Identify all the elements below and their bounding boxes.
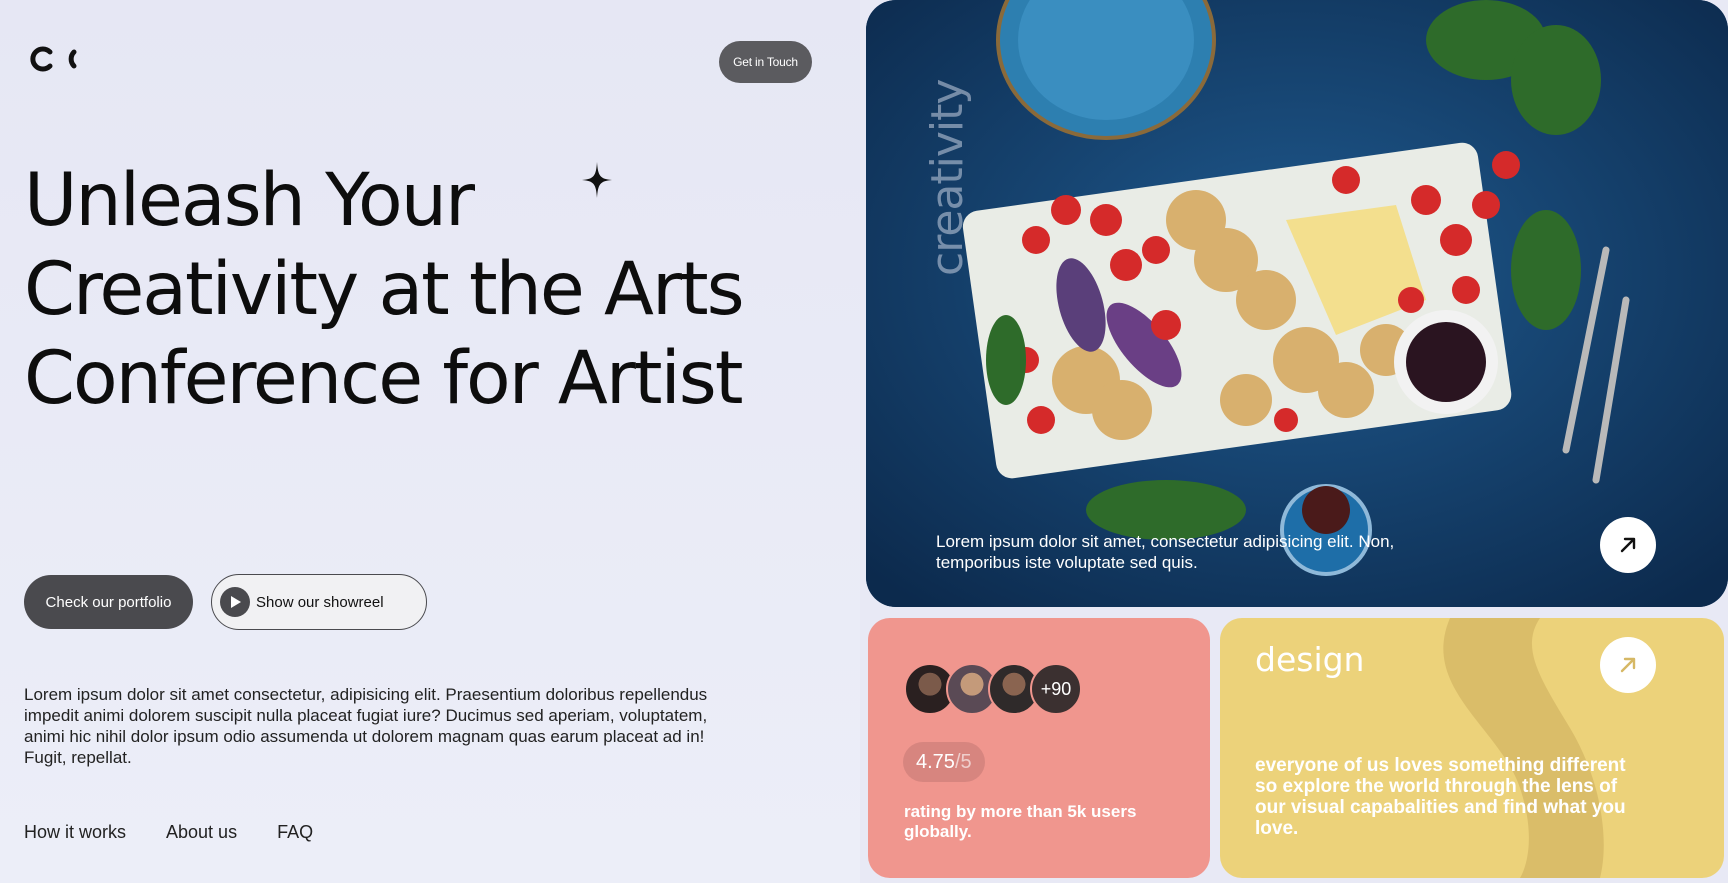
hero-arrow-button[interactable]: [1600, 517, 1656, 573]
avatar-more-count: +90: [1030, 663, 1082, 715]
hero-description: Lorem ipsum dolor sit amet consectetur, …: [24, 685, 708, 767]
rating-score-value: 4.75: [916, 750, 955, 773]
nav-how-it-works[interactable]: How it works: [24, 822, 126, 843]
arrow-up-right-icon: [1620, 657, 1636, 673]
cc-logo-icon[interactable]: [26, 46, 84, 72]
get-in-touch-button[interactable]: Get in Touch: [719, 41, 812, 83]
footer-nav: How it works About us FAQ: [24, 822, 313, 843]
check-portfolio-button[interactable]: Check our portfolio: [24, 575, 193, 629]
nav-about-us[interactable]: About us: [166, 822, 237, 843]
avatar-group: +90: [904, 663, 1082, 715]
rating-score: 4.75 /5: [903, 742, 985, 782]
nav-faq[interactable]: FAQ: [277, 822, 313, 843]
design-arrow-button[interactable]: [1600, 637, 1656, 693]
show-showreel-label: Show our showreel: [256, 593, 384, 611]
design-title: design: [1255, 640, 1365, 679]
rating-card: +90 4.75 /5 rating by more than 5k users…: [868, 618, 1210, 878]
hero-headline: Unleash Your Creativity at the Arts Conf…: [24, 158, 745, 421]
design-card: design everyone of us loves something di…: [1220, 618, 1724, 878]
hero-vertical-word: creativity: [922, 79, 973, 276]
show-showreel-button[interactable]: Show our showreel: [211, 574, 427, 630]
food-platter-illustration: [866, 0, 1728, 607]
design-text: everyone of us loves something different…: [1255, 755, 1626, 839]
rating-score-out-of: /5: [954, 750, 972, 773]
hero-image: [866, 0, 1728, 607]
arrow-up-right-icon: [1620, 537, 1636, 553]
left-panel: Get in Touch Unleash Your Creativity at …: [0, 0, 860, 883]
play-icon: [220, 587, 250, 617]
hero-caption: Lorem ipsum dolor sit amet, consectetur …: [936, 532, 1395, 572]
sparkle-icon: [582, 162, 612, 198]
rating-text: rating by more than 5k users globally.: [904, 802, 1137, 841]
